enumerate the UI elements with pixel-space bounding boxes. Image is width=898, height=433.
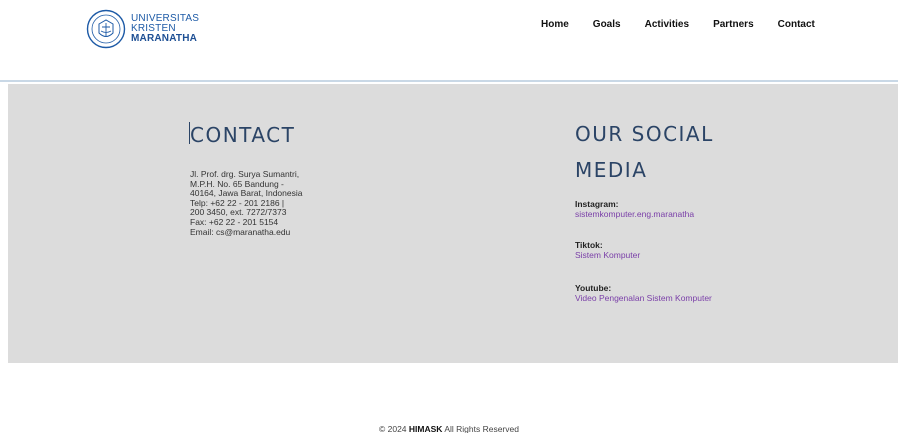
site-header: UNIVERSITAS KRISTEN MARANATHA Home Goals… xyxy=(0,0,898,82)
footer-prefix: © 2024 xyxy=(379,424,409,433)
social-item-instagram: Instagram: sistemkomputer.eng.maranatha xyxy=(575,199,694,220)
social-item-tiktok: Tiktok: Sistem Komputer xyxy=(575,240,640,261)
contact-column: CONTACT Jl. Prof. drg. Surya Sumantri, M… xyxy=(189,118,390,237)
tiktok-link[interactable]: Sistem Komputer xyxy=(575,250,640,261)
social-title: OUR SOCIAL MEDIA xyxy=(575,122,714,182)
contact-address: Jl. Prof. drg. Surya Sumantri, M.P.H. No… xyxy=(190,169,303,237)
logo-line-3: MARANATHA xyxy=(131,33,198,44)
nav-home[interactable]: Home xyxy=(541,19,569,30)
site-logo[interactable]: UNIVERSITAS KRISTEN MARANATHA xyxy=(86,9,199,49)
social-column: OUR SOCIAL MEDIA Instagram: sistemkomput… xyxy=(575,116,775,302)
footer-suffix: All Rights Reserved xyxy=(442,424,519,433)
nav-goals[interactable]: Goals xyxy=(593,19,621,30)
nav-partners[interactable]: Partners xyxy=(713,19,754,30)
nav-activities[interactable]: Activities xyxy=(645,19,689,30)
footer: © 2024 HIMASK All Rights Reserved xyxy=(0,424,898,433)
youtube-link[interactable]: Video Pengenalan Sistem Komputer xyxy=(575,293,745,304)
social-item-youtube: Youtube: Video Pengenalan Sistem Kompute… xyxy=(575,283,745,304)
nav-contact[interactable]: Contact xyxy=(778,19,815,30)
university-seal-icon xyxy=(86,9,126,49)
contact-title: CONTACT xyxy=(189,118,390,152)
main-nav: Home Goals Activities Partners Contact xyxy=(541,19,815,30)
footer-brand: HIMASK xyxy=(408,424,443,433)
instagram-link[interactable]: sistemkomputer.eng.maranatha xyxy=(575,209,694,220)
